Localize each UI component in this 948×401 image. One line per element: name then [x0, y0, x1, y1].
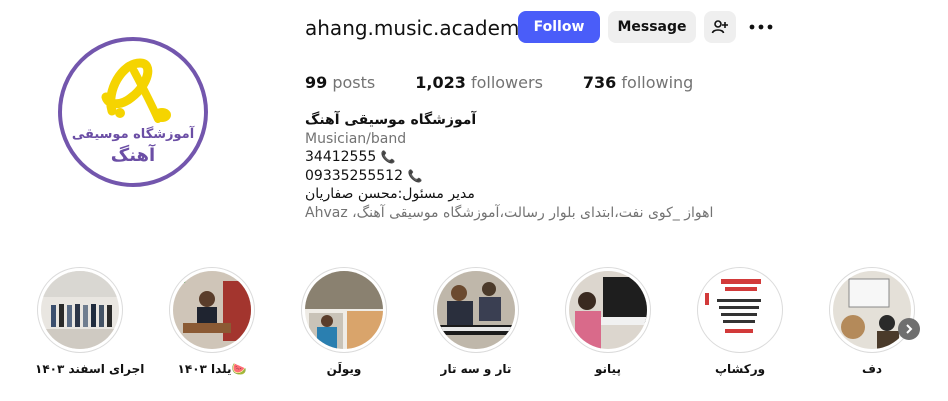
bio-address: اهواز _کوی نفت،ابتدای بلوار رسالت،آموزشگ…	[305, 204, 714, 221]
phone-1-number: 34412555	[305, 149, 377, 165]
profile-stats: 99 posts 1,023 followers 736 following	[305, 73, 693, 92]
bio-phone-2: 09335255512 📞	[305, 167, 713, 186]
followers-count: 1,023	[415, 73, 466, 92]
highlight-cover-ring	[697, 267, 783, 353]
posts-count: 99	[305, 73, 328, 92]
highlight-label: پیانو	[595, 362, 621, 376]
highlight-cover-ring	[301, 267, 387, 353]
logo-text-line2: آهنگ	[110, 145, 156, 166]
highlights-next-button[interactable]	[898, 318, 920, 340]
highlight-yalda[interactable]: یلدا ۱۴۰۳🍉	[167, 267, 257, 376]
academy-logo: آموزشگاه موسیقی آهنگ	[58, 37, 208, 187]
follow-button[interactable]: Follow	[518, 11, 600, 43]
phone-2-number: 09335255512	[305, 167, 403, 184]
highlight-cover-image	[173, 271, 251, 349]
logo-text-line1: آموزشگاه موسیقی	[71, 127, 195, 142]
more-options-button[interactable]	[744, 11, 778, 43]
highlight-cover-ring	[565, 267, 651, 353]
highlight-piano[interactable]: پیانو	[563, 267, 653, 376]
highlight-cover-image	[701, 271, 779, 349]
profile-category: Musician/band	[305, 130, 407, 147]
profile-bio: آموزشگاه موسیقی آهنگ Musician/band 34412…	[305, 111, 713, 222]
highlight-label: اجرای اسفند ۱۴۰۳	[35, 362, 145, 376]
highlight-label: دف	[861, 362, 883, 376]
highlight-tar[interactable]: تار و سه تار	[431, 267, 521, 376]
posts-label: posts	[332, 73, 376, 92]
highlight-label: تار و سه تار	[440, 362, 512, 376]
highlight-cover-image	[569, 271, 647, 349]
highlight-cover-image	[305, 271, 383, 349]
person-add-icon	[711, 20, 728, 34]
chevron-right-icon	[906, 324, 913, 334]
phone-icon: 📞	[407, 168, 423, 183]
following-count: 736	[582, 73, 617, 92]
highlight-cover-ring	[169, 267, 255, 353]
highlight-cover-ring	[37, 267, 123, 353]
highlight-violin[interactable]: ویولَن	[299, 267, 389, 376]
highlight-cover-ring	[829, 267, 915, 353]
message-button[interactable]: Message	[608, 11, 696, 43]
bio-manager: مدیر مسئول:محسن صفاریان	[305, 186, 475, 202]
more-options-icon	[749, 24, 773, 30]
followers-label: followers	[470, 73, 543, 92]
bio-phone-1: 34412555 📞	[305, 148, 713, 167]
highlight-cover-image	[437, 271, 515, 349]
highlight-label: ورکشاپ	[714, 362, 766, 376]
following-label: following	[621, 73, 694, 92]
highlight-cover-ring	[433, 267, 519, 353]
profile-display-name: آموزشگاه موسیقی آهنگ	[305, 112, 477, 128]
highlight-esfand[interactable]: اجرای اسفند ۱۴۰۳	[35, 267, 145, 376]
highlight-label: یلدا ۱۴۰۳🍉	[177, 362, 247, 376]
following-stat[interactable]: 736 following	[583, 73, 693, 92]
highlight-workshop[interactable]: ورکشاپ	[695, 267, 785, 376]
followers-stat[interactable]: 1,023 followers	[415, 73, 543, 92]
phone-icon: 📞	[380, 150, 396, 164]
profile-username: ahang.music.academy	[305, 16, 532, 40]
highlight-cover-image	[41, 271, 119, 349]
highlight-label: ویولَن	[326, 362, 362, 376]
posts-stat: 99 posts	[305, 73, 375, 92]
highlight-cover-image	[833, 271, 911, 349]
profile-avatar[interactable]: آموزشگاه موسیقی آهنگ	[58, 37, 208, 187]
suggest-user-button[interactable]	[704, 11, 736, 43]
